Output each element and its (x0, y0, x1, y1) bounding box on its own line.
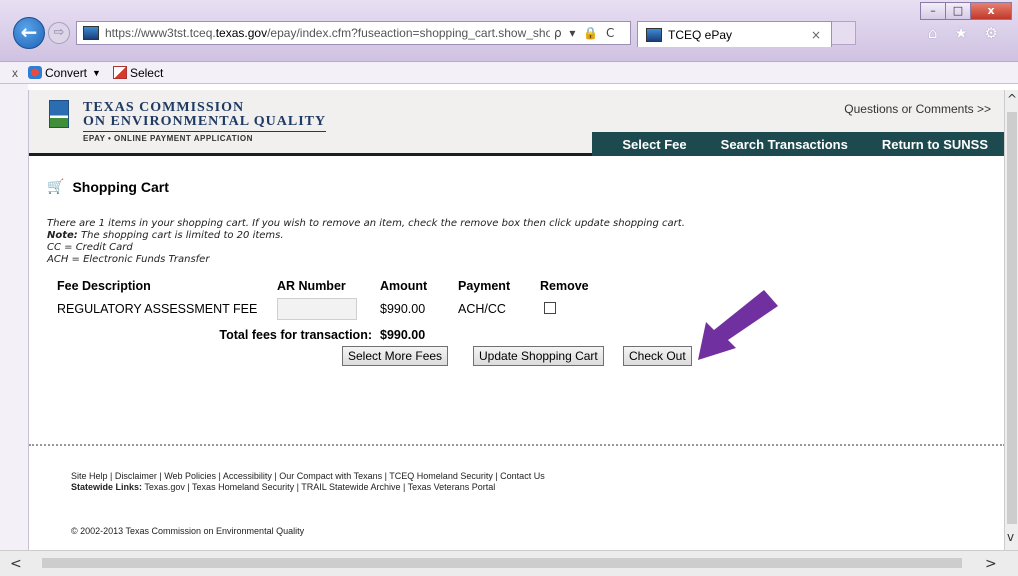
total-row: Total fees for transaction: $990.00 (57, 322, 597, 348)
intro-text: There are 1 items in your shopping cart.… (47, 218, 685, 229)
url-text[interactable]: https://www3tst.tceq.texas.gov/epay/inde… (105, 26, 550, 40)
page-viewport: TEXAS COMMISSION ON ENVIRONMENTAL QUALIT… (28, 90, 1004, 550)
new-tab-button[interactable] (832, 21, 856, 45)
fees-table: Fee Description AR Number Amount Payment… (57, 278, 597, 348)
select-more-fees-button[interactable]: Select More Fees (342, 346, 449, 366)
purple-arrow-annotation (698, 290, 778, 360)
shopping-cart-icon: 🛒 (47, 178, 65, 194)
statewide-label: Statewide Links: (71, 482, 143, 492)
copyright: © 2002-2013 Texas Commission on Environm… (71, 526, 305, 536)
address-bar[interactable]: https://www3tst.tceq.texas.gov/epay/inde… (76, 21, 631, 45)
select-label: Select (129, 65, 164, 80)
col-fee-description: Fee Description (57, 279, 151, 293)
col-payment: Payment (458, 279, 511, 293)
horizontal-scroll-thumb[interactable] (42, 558, 962, 568)
col-amount: Amount (380, 279, 428, 293)
tab-close-icon[interactable]: × (811, 28, 821, 42)
footer-site-links[interactable]: Site Help | Disclaimer | Web Policies | … (71, 471, 545, 482)
table-header-row: Fee Description AR Number Amount Payment… (57, 278, 597, 296)
ar-number-input[interactable] (277, 298, 357, 320)
cart-instructions: There are 1 items in your shopping cart.… (47, 218, 947, 266)
tab-title: TCEQ ePay (668, 27, 733, 42)
amount-cell: $990.00 (380, 302, 426, 316)
tceq-logo-icon[interactable] (49, 100, 69, 128)
note-label: Note: (47, 230, 78, 241)
close-toolbar-icon[interactable]: x (12, 66, 18, 80)
close-window-button[interactable]: x (970, 2, 1012, 20)
col-remove: Remove (540, 279, 589, 293)
tab-favicon-icon (646, 27, 662, 42)
scroll-down-icon[interactable]: v (1007, 530, 1014, 544)
page-title: 🛒 Shopping Cart (47, 178, 169, 195)
fee-description-cell: REGULATORY ASSESSMENT FEE (57, 302, 258, 316)
vertical-scroll-thumb[interactable] (1007, 112, 1017, 524)
back-button[interactable]: ← (13, 17, 45, 49)
footer-divider (29, 444, 1004, 446)
note-text: The shopping cart is limited to 20 items… (77, 230, 284, 241)
scroll-left-icon[interactable]: < (10, 556, 22, 572)
app-tagline: EPAY • ONLINE PAYMENT APPLICATION (83, 134, 253, 143)
chevron-down-icon: ▼ (92, 67, 101, 78)
scroll-up-icon[interactable]: ^ (1007, 92, 1017, 106)
nav-search-transactions[interactable]: Search Transactions (704, 137, 865, 152)
select-icon (112, 66, 127, 79)
update-shopping-cart-button[interactable]: Update Shopping Cart (473, 346, 604, 366)
select-menu[interactable]: Select (112, 65, 164, 80)
horizontal-scrollbar[interactable]: < > (0, 550, 1018, 576)
browser-titlebar: – □ x ← ⇨ https://www3tst.tceq.texas.gov… (0, 0, 1018, 62)
legend-cc: CC = Credit Card (47, 242, 133, 253)
convert-icon (28, 66, 42, 79)
nav-return-to-sunss[interactable]: Return to SUNSS (865, 137, 1004, 152)
footer-links: Site Help | Disclaimer | Web Policies | … (71, 471, 545, 493)
remove-checkbox[interactable] (544, 301, 556, 314)
statewide-links-text[interactable]: Texas.gov | Texas Homeland Security | TR… (142, 482, 495, 492)
note-line: Note: The shopping cart is limited to 20… (47, 230, 947, 242)
forward-button[interactable]: ⇨ (48, 22, 70, 44)
payment-cell: ACH/CC (458, 302, 506, 316)
window-controls: – □ x (920, 2, 1012, 20)
main-nav: Select Fee Search Transactions Return to… (592, 132, 1004, 156)
table-row: REGULATORY ASSESSMENT FEE $990.00 ACH/CC (57, 296, 597, 322)
total-label: Total fees for transaction: (219, 328, 372, 342)
site-favicon-icon (83, 26, 99, 40)
footer-statewide-links: Statewide Links: Texas.gov | Texas Homel… (71, 482, 545, 493)
maximize-button[interactable]: □ (945, 2, 971, 20)
total-value: $990.00 (380, 328, 426, 342)
org-name-line2: ON ENVIRONMENTAL QUALITY (83, 114, 327, 132)
legend-ach: ACH = Electronic Funds Transfer (47, 254, 210, 265)
command-bar: x Convert ▼ Select (0, 62, 1018, 84)
scroll-right-icon[interactable]: > (985, 556, 997, 572)
page-title-text: Shopping Cart (72, 178, 169, 195)
site-header: TEXAS COMMISSION ON ENVIRONMENTAL QUALIT… (29, 90, 1004, 156)
questions-link[interactable]: Questions or Comments >> (844, 102, 991, 116)
vertical-scrollbar[interactable]: ^ v (1004, 90, 1018, 550)
minimize-button[interactable]: – (920, 2, 946, 20)
left-gutter (0, 84, 28, 550)
convert-menu[interactable]: Convert ▼ (28, 66, 105, 80)
home-favorites-settings-icons[interactable]: ⌂ ★ ⚙ (928, 24, 1004, 42)
browser-tab[interactable]: TCEQ ePay × (637, 21, 832, 47)
convert-label: Convert (45, 65, 88, 80)
col-ar-number: AR Number (277, 279, 346, 293)
nav-select-fee[interactable]: Select Fee (592, 136, 703, 152)
address-bar-icons[interactable]: ρ ▾ 🔒 C (554, 26, 616, 40)
